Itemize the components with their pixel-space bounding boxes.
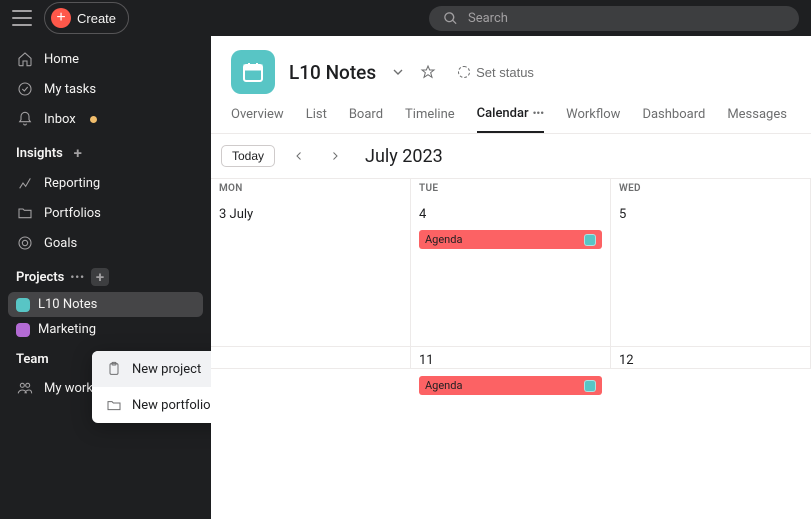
event-agenda[interactable]: Agenda [419, 376, 602, 395]
sidebar: Home My tasks Inbox Insights + Reporting… [0, 36, 211, 519]
target-icon [16, 234, 34, 252]
home-icon [16, 50, 34, 68]
nav-my-tasks-label: My tasks [44, 82, 96, 97]
star-icon[interactable] [420, 64, 436, 80]
insights-header: Insights + [0, 134, 211, 168]
search-placeholder: Search [468, 11, 508, 26]
project-title: L10 Notes [289, 61, 376, 84]
plus-icon: + [51, 8, 71, 28]
projects-add-button[interactable]: + [91, 268, 109, 286]
tab-messages[interactable]: Messages [727, 106, 787, 133]
next-month-button[interactable] [323, 144, 347, 168]
prev-month-button[interactable] [287, 144, 311, 168]
folder-icon [16, 204, 34, 222]
chart-icon [16, 174, 34, 192]
tab-board[interactable]: Board [349, 106, 383, 133]
create-popover: New project New portfolio [92, 351, 211, 423]
calendar-grid: MON TUE WED 3 July 4 Agenda 5 11 [211, 179, 811, 519]
portfolio-icon [106, 397, 122, 413]
tab-calendar[interactable]: Calendar••• [477, 106, 544, 133]
search-input[interactable]: Search [429, 6, 799, 31]
project-item-marketing[interactable]: Marketing [0, 317, 211, 342]
check-circle-icon [16, 80, 34, 98]
tab-list[interactable]: List [306, 106, 327, 133]
popover-new-portfolio[interactable]: New portfolio [92, 387, 211, 423]
today-button[interactable]: Today [221, 145, 275, 167]
create-label: Create [77, 11, 116, 26]
tab-more-icon[interactable]: ••• [533, 107, 545, 120]
people-icon [16, 379, 34, 397]
project-header: L10 Notes Set status [211, 36, 811, 98]
bell-icon [16, 110, 34, 128]
tab-dashboard[interactable]: Dashboard [642, 106, 705, 133]
status-ring-icon [458, 66, 470, 78]
dow-mon: MON [211, 179, 411, 201]
calendar-toolbar: Today July 2023 [211, 134, 811, 179]
event-project-chip [584, 234, 596, 246]
nav-home-label: Home [44, 52, 79, 67]
tab-workflow[interactable]: Workflow [566, 106, 620, 133]
clipboard-icon [106, 361, 122, 377]
nav-inbox[interactable]: Inbox [0, 104, 211, 134]
month-label: July 2023 [365, 146, 443, 167]
project-item-l10-notes[interactable]: L10 Notes [8, 292, 203, 317]
notification-dot-icon [90, 116, 97, 123]
event-project-chip [584, 380, 596, 392]
calendar-cell[interactable]: 4 Agenda [411, 201, 611, 347]
calendar-cell[interactable]: 11 Agenda [411, 347, 611, 369]
insights-add-button[interactable]: + [69, 144, 87, 162]
nav-inbox-label: Inbox [44, 112, 76, 127]
popover-new-project[interactable]: New project [92, 351, 211, 387]
set-status-button[interactable]: Set status [450, 61, 542, 84]
dow-tue: TUE [411, 179, 611, 201]
nav-portfolios[interactable]: Portfolios [0, 198, 211, 228]
dow-wed: WED [611, 179, 811, 201]
nav-my-tasks[interactable]: My tasks [0, 74, 211, 104]
projects-header: Projects ••• + [0, 258, 211, 292]
calendar-cell[interactable]: 12 [611, 347, 811, 369]
chevron-down-icon[interactable] [390, 64, 406, 80]
project-color-chip [16, 323, 30, 337]
project-icon [231, 50, 275, 94]
project-color-chip [16, 298, 30, 312]
projects-more-icon[interactable]: ••• [70, 271, 85, 284]
tab-overview[interactable]: Overview [231, 106, 284, 133]
search-icon [443, 11, 458, 26]
tab-timeline[interactable]: Timeline [405, 106, 455, 133]
menu-icon[interactable] [12, 10, 32, 26]
create-button[interactable]: + Create [44, 2, 129, 34]
calendar-cell[interactable]: 5 [611, 201, 811, 347]
nav-reporting[interactable]: Reporting [0, 168, 211, 198]
nav-home[interactable]: Home [0, 44, 211, 74]
event-agenda[interactable]: Agenda [419, 230, 602, 249]
tabs: Overview List Board Timeline Calendar•••… [211, 98, 811, 134]
calendar-cell[interactable]: 3 July [211, 201, 411, 347]
nav-goals[interactable]: Goals [0, 228, 211, 258]
calendar-cell[interactable] [211, 347, 411, 369]
